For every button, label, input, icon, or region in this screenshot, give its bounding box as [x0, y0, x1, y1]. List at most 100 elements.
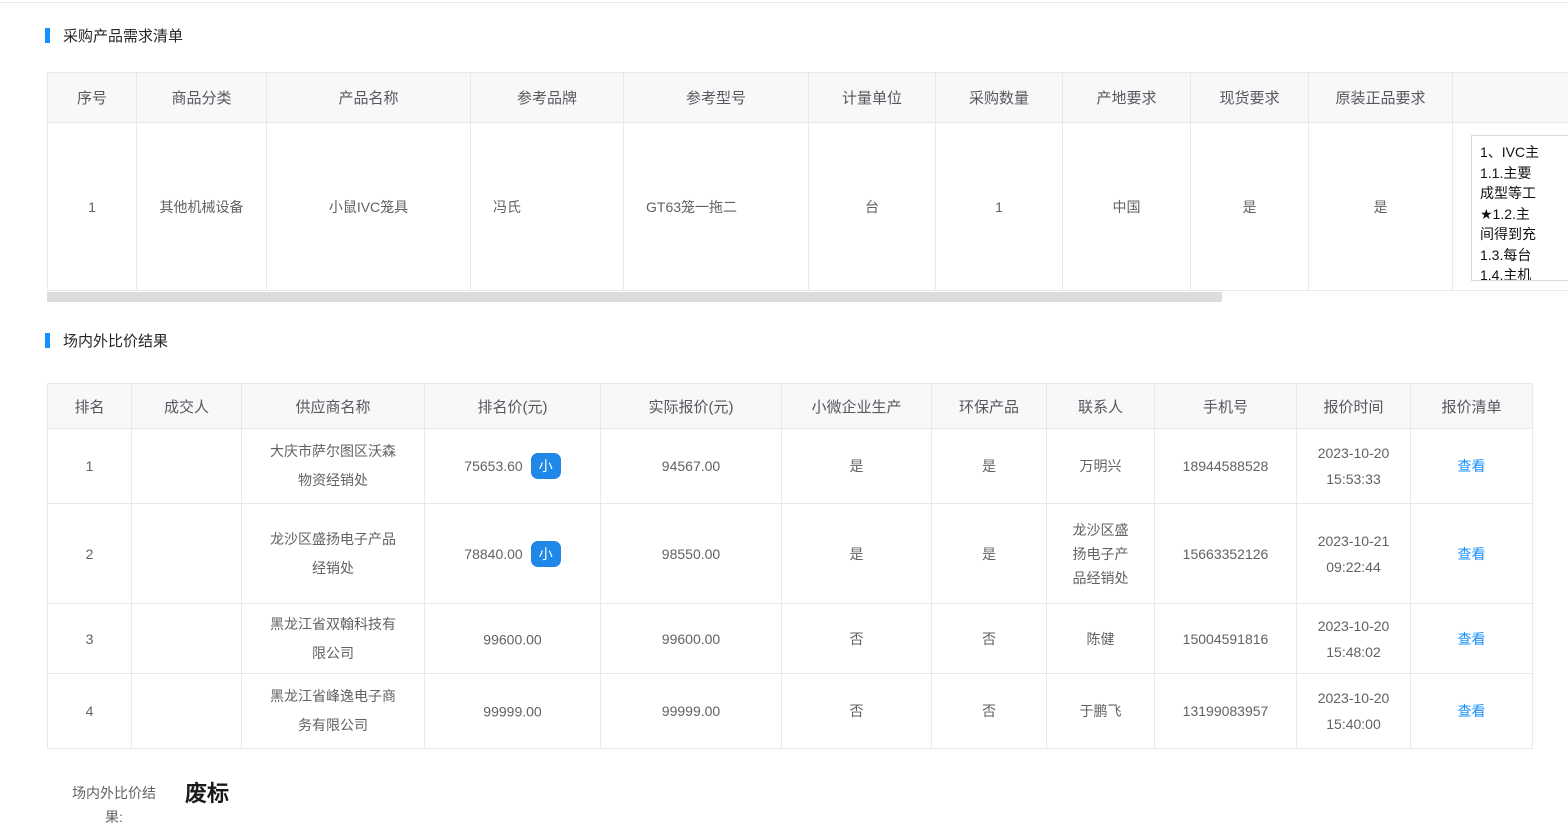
- cell-quote-list: 查看: [1411, 504, 1533, 604]
- quote-time: 2023-10-20 15:48:02: [1311, 613, 1397, 665]
- cell-eco: 否: [932, 674, 1047, 749]
- column-header-contact: 联系人: [1047, 384, 1155, 429]
- rank-price-value: 99600.00: [483, 631, 541, 647]
- cell-phone: 13199083957: [1155, 674, 1297, 749]
- column-header-spec: [1453, 73, 1568, 123]
- comparison-result-value: 废标: [185, 776, 229, 808]
- contact-name: 万明兴: [1080, 454, 1122, 478]
- section-accent-bar: [45, 333, 50, 348]
- column-header-stock: 现货要求: [1191, 73, 1309, 123]
- quote-time: 2023-10-21 09:22:44: [1311, 528, 1397, 580]
- contact-name: 陈健: [1087, 627, 1115, 651]
- column-header-unit: 计量单位: [809, 73, 936, 123]
- cell-actual-price: 94567.00: [601, 429, 782, 504]
- quote-time: 2023-10-20 15:53:33: [1311, 440, 1397, 492]
- cell-small-micro: 否: [782, 674, 932, 749]
- horizontal-scrollbar-track[interactable]: [47, 292, 1568, 302]
- cell-phone: 15663352126: [1155, 504, 1297, 604]
- contact-name: 于鹏飞: [1080, 699, 1122, 723]
- cell-unit: 台: [809, 123, 936, 291]
- cell-quote-time: 2023-10-20 15:48:02: [1297, 604, 1411, 674]
- comparison-result-row: 场内外比价结果: 废标: [70, 781, 1568, 829]
- cell-actual-price: 99600.00: [601, 604, 782, 674]
- column-header-seq: 序号: [48, 73, 137, 123]
- spec-line: 1.4.主机: [1480, 265, 1568, 281]
- rank-price-value: 78840.00: [464, 546, 522, 562]
- cell-supplier: 大庆市萨尔图区沃森物资经销处: [242, 429, 425, 504]
- column-header-supplier: 供应商名称: [242, 384, 425, 429]
- column-header-rank-price: 排名价(元): [425, 384, 601, 429]
- demand-table: 序号 商品分类 产品名称 参考品牌 参考型号 计量单位 采购数量 产地要求 现货…: [47, 72, 1568, 291]
- column-header-eco: 环保产品: [932, 384, 1047, 429]
- cell-quote-time: 2023-10-20 15:53:33: [1297, 429, 1411, 504]
- view-quote-link[interactable]: 查看: [1458, 458, 1486, 474]
- rank-price-value: 75653.60: [464, 458, 522, 474]
- cell-contact: 于鹏飞: [1047, 674, 1155, 749]
- view-quote-link[interactable]: 查看: [1458, 631, 1486, 647]
- column-header-category: 商品分类: [137, 73, 267, 123]
- view-quote-link[interactable]: 查看: [1458, 703, 1486, 719]
- column-header-genuine: 原装正品要求: [1309, 73, 1453, 123]
- cell-seq: 1: [48, 123, 137, 291]
- cell-contact: 陈健: [1047, 604, 1155, 674]
- demand-table-container: 序号 商品分类 产品名称 参考品牌 参考型号 计量单位 采购数量 产地要求 现货…: [47, 72, 1568, 291]
- column-header-actual-price: 实际报价(元): [601, 384, 782, 429]
- column-header-quote-list: 报价清单: [1411, 384, 1533, 429]
- cell-supplier: 黑龙江省峰逸电子商务有限公司: [242, 674, 425, 749]
- section-header-comparison: 场内外比价结果: [45, 330, 1568, 351]
- spec-line: ★1.2.主: [1480, 204, 1568, 225]
- demand-header-row: 序号 商品分类 产品名称 参考品牌 参考型号 计量单位 采购数量 产地要求 现货…: [48, 73, 1568, 123]
- view-quote-link[interactable]: 查看: [1458, 546, 1486, 562]
- cell-winner: [132, 429, 242, 504]
- cell-phone: 18944588528: [1155, 429, 1297, 504]
- cell-rank-price: 99600.00: [425, 604, 601, 674]
- cell-actual-price: 99999.00: [601, 674, 782, 749]
- cell-quote-list: 查看: [1411, 604, 1533, 674]
- column-header-phone: 手机号: [1155, 384, 1297, 429]
- spec-line: 1.1.主要: [1480, 163, 1568, 184]
- supplier-name: 大庆市萨尔图区沃森物资经销处: [268, 437, 398, 495]
- column-header-model: 参考型号: [624, 73, 809, 123]
- cell-phone: 15004591816: [1155, 604, 1297, 674]
- cell-stock: 是: [1191, 123, 1309, 291]
- comparison-row: 3 黑龙江省双翰科技有限公司 99600.00 99600.00 否 否 陈健 …: [48, 604, 1533, 674]
- cell-contact: 万明兴: [1047, 429, 1155, 504]
- column-header-small-micro: 小微企业生产: [782, 384, 932, 429]
- cell-small-micro: 是: [782, 429, 932, 504]
- section-title-demand-list: 采购产品需求清单: [63, 25, 183, 46]
- cell-rank-price: 99999.00: [425, 674, 601, 749]
- section-header-demand-list: 采购产品需求清单: [45, 25, 1568, 46]
- section-accent-bar: [45, 28, 50, 43]
- small-enterprise-badge: 小: [531, 453, 561, 479]
- comparison-header-row: 排名 成交人 供应商名称 排名价(元) 实际报价(元) 小微企业生产 环保产品 …: [48, 384, 1533, 429]
- comparison-row: 2 龙沙区盛扬电子产品经销处 78840.00小 98550.00 是 是 龙沙…: [48, 504, 1533, 604]
- comparison-row: 4 黑龙江省峰逸电子商务有限公司 99999.00 99999.00 否 否 于…: [48, 674, 1533, 749]
- cell-rank: 2: [48, 504, 132, 604]
- horizontal-scrollbar-thumb[interactable]: [47, 292, 1222, 302]
- column-header-quote-time: 报价时间: [1297, 384, 1411, 429]
- supplier-name: 龙沙区盛扬电子产品经销处: [268, 525, 398, 583]
- cell-genuine: 是: [1309, 123, 1453, 291]
- spec-line: 1、IVC主: [1480, 142, 1568, 163]
- column-header-origin: 产地要求: [1063, 73, 1191, 123]
- column-header-quantity: 采购数量: [936, 73, 1063, 123]
- comparison-result-label: 场内外比价结果:: [70, 781, 158, 829]
- cell-spec: 1、IVC主 1.1.主要 成型等工 ★1.2.主 间得到充 1.3.每台 1.…: [1453, 123, 1568, 291]
- cell-rank-price: 75653.60 小: [425, 429, 601, 504]
- procurement-page: 采购产品需求清单 序号 商品分类 产品名称 参考品牌 参考型号 计量单位 采购数…: [0, 2, 1568, 829]
- column-header-winner: 成交人: [132, 384, 242, 429]
- cell-small-micro: 否: [782, 604, 932, 674]
- section-title-comparison: 场内外比价结果: [63, 330, 168, 351]
- cell-quantity: 1: [936, 123, 1063, 291]
- cell-small-micro: 是: [782, 504, 932, 604]
- comparison-table-container: 排名 成交人 供应商名称 排名价(元) 实际报价(元) 小微企业生产 环保产品 …: [47, 383, 1568, 749]
- spec-line: 1.3.每台: [1480, 245, 1568, 266]
- cell-winner: [132, 604, 242, 674]
- comparison-row: 1 大庆市萨尔图区沃森物资经销处 75653.60小 94567.00 是 是 …: [48, 429, 1533, 504]
- cell-contact: 龙沙区盛扬电子产品经销处: [1047, 504, 1155, 604]
- cell-actual-price: 98550.00: [601, 504, 782, 604]
- quote-time: 2023-10-20 15:40:00: [1311, 685, 1397, 737]
- spec-text-box: 1、IVC主 1.1.主要 成型等工 ★1.2.主 间得到充 1.3.每台 1.…: [1471, 135, 1568, 281]
- cell-rank: 3: [48, 604, 132, 674]
- cell-rank: 1: [48, 429, 132, 504]
